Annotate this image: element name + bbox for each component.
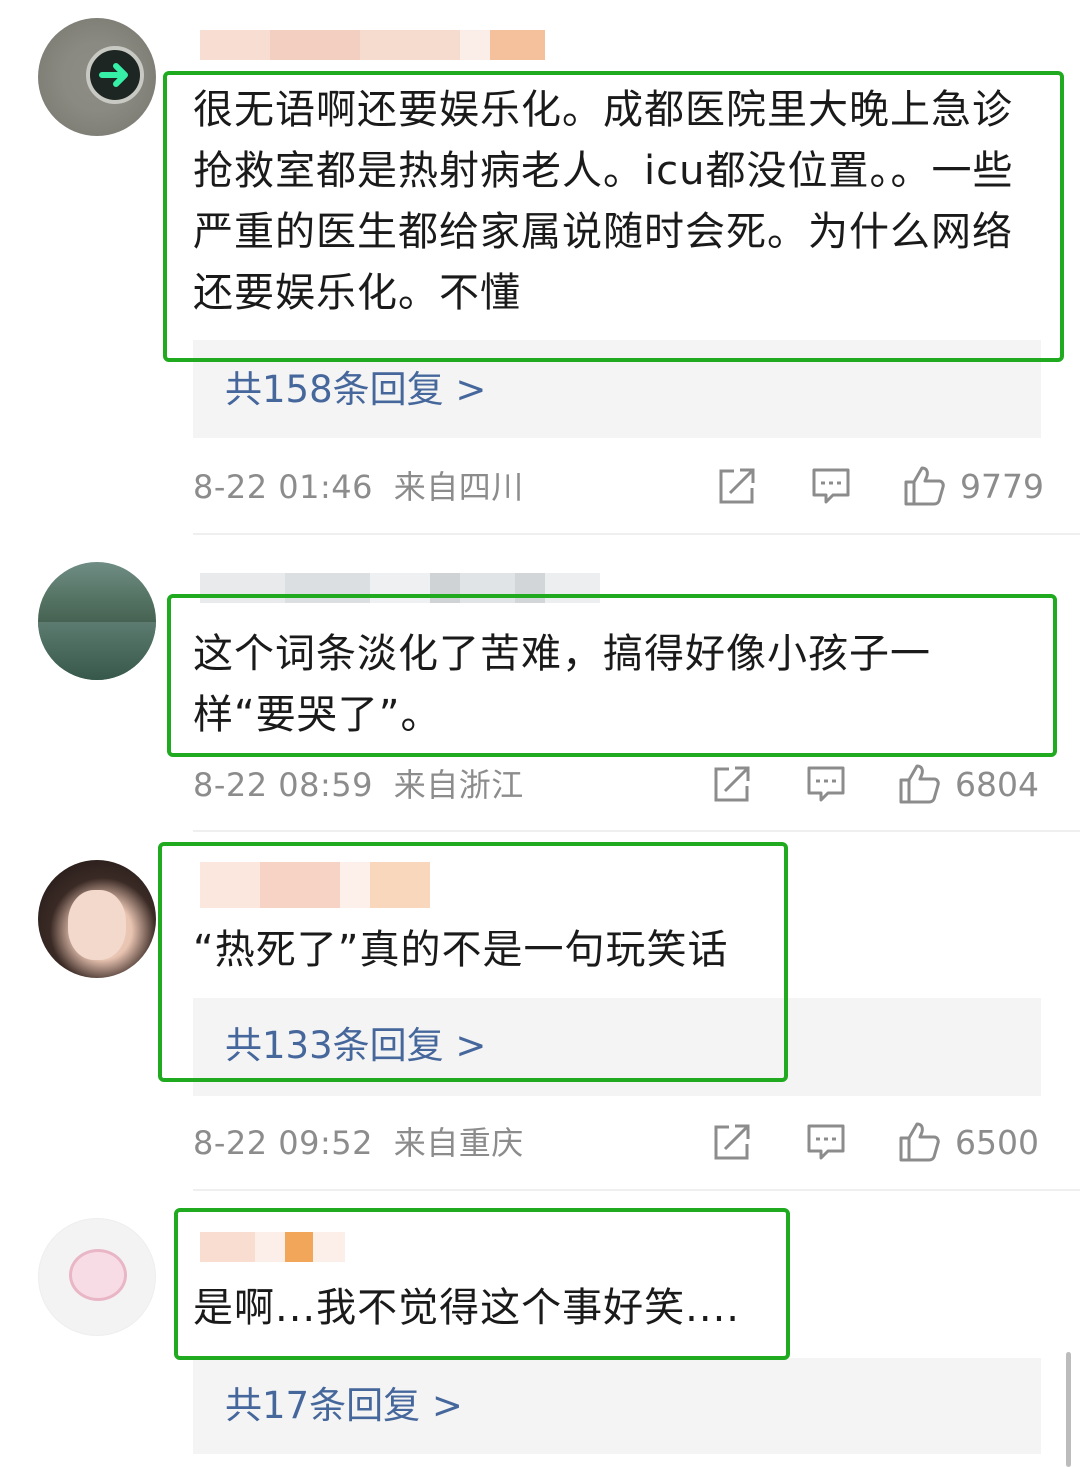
- like-button[interactable]: 6500: [897, 1120, 1039, 1164]
- share-button[interactable]: [711, 764, 753, 804]
- location: 来自重庆: [393, 1124, 524, 1162]
- comment-meta: 8-22 08:59 来自浙江: [193, 765, 524, 805]
- highlight-box: [163, 71, 1064, 362]
- share-button[interactable]: [716, 466, 758, 506]
- thumbs-up-icon: [899, 1122, 940, 1162]
- avatar[interactable]: [38, 860, 156, 978]
- like-button[interactable]: 6804: [897, 762, 1039, 806]
- avatar-lake-scene: [38, 622, 156, 680]
- scrollbar[interactable]: [1066, 1352, 1071, 1467]
- avatar[interactable]: [38, 1218, 156, 1336]
- timestamp: 8-22 09:52: [193, 1124, 374, 1162]
- comment-meta: 8-22 01:46 来自四川: [193, 467, 524, 507]
- like-count: 6804: [955, 764, 1039, 804]
- comment-icon: [812, 468, 850, 504]
- avatar-cartoon: [69, 1249, 127, 1301]
- exit-sign-icon: [86, 46, 144, 104]
- reply-box[interactable]: 共17条回复 >: [193, 1358, 1041, 1454]
- avatar[interactable]: [38, 18, 156, 136]
- like-count: 6500: [955, 1122, 1039, 1162]
- highlight-box: [174, 1208, 790, 1360]
- comment-icon: [807, 766, 845, 802]
- timestamp: 8-22 08:59: [193, 766, 374, 804]
- share-icon: [714, 766, 750, 802]
- divider: [193, 533, 1080, 535]
- comment-button[interactable]: [810, 466, 852, 506]
- highlight-box: [158, 842, 788, 1082]
- view-replies-link[interactable]: 共158条回复 >: [225, 370, 486, 410]
- location: 来自浙江: [393, 766, 524, 804]
- like-button[interactable]: 9779: [902, 464, 1044, 508]
- thumbs-up-icon: [904, 466, 945, 506]
- comment-button[interactable]: [805, 764, 847, 804]
- view-replies-link[interactable]: 共17条回复 >: [225, 1386, 463, 1426]
- comment-button[interactable]: [805, 1122, 847, 1162]
- thumbs-up-icon: [899, 764, 940, 804]
- highlight-box: [167, 594, 1057, 757]
- share-icon: [714, 1124, 750, 1160]
- share-button[interactable]: [711, 1122, 753, 1162]
- share-icon: [719, 468, 755, 504]
- timestamp: 8-22 01:46: [193, 468, 374, 506]
- location: 来自四川: [393, 468, 524, 506]
- like-count: 9779: [960, 466, 1044, 506]
- comment-meta: 8-22 09:52 来自重庆: [193, 1123, 524, 1163]
- comment-icon: [807, 1124, 845, 1160]
- divider: [193, 1189, 1080, 1191]
- avatar-portrait: [68, 890, 126, 960]
- avatar[interactable]: [38, 562, 156, 680]
- divider: [193, 830, 1080, 832]
- username-blurred[interactable]: [200, 30, 545, 60]
